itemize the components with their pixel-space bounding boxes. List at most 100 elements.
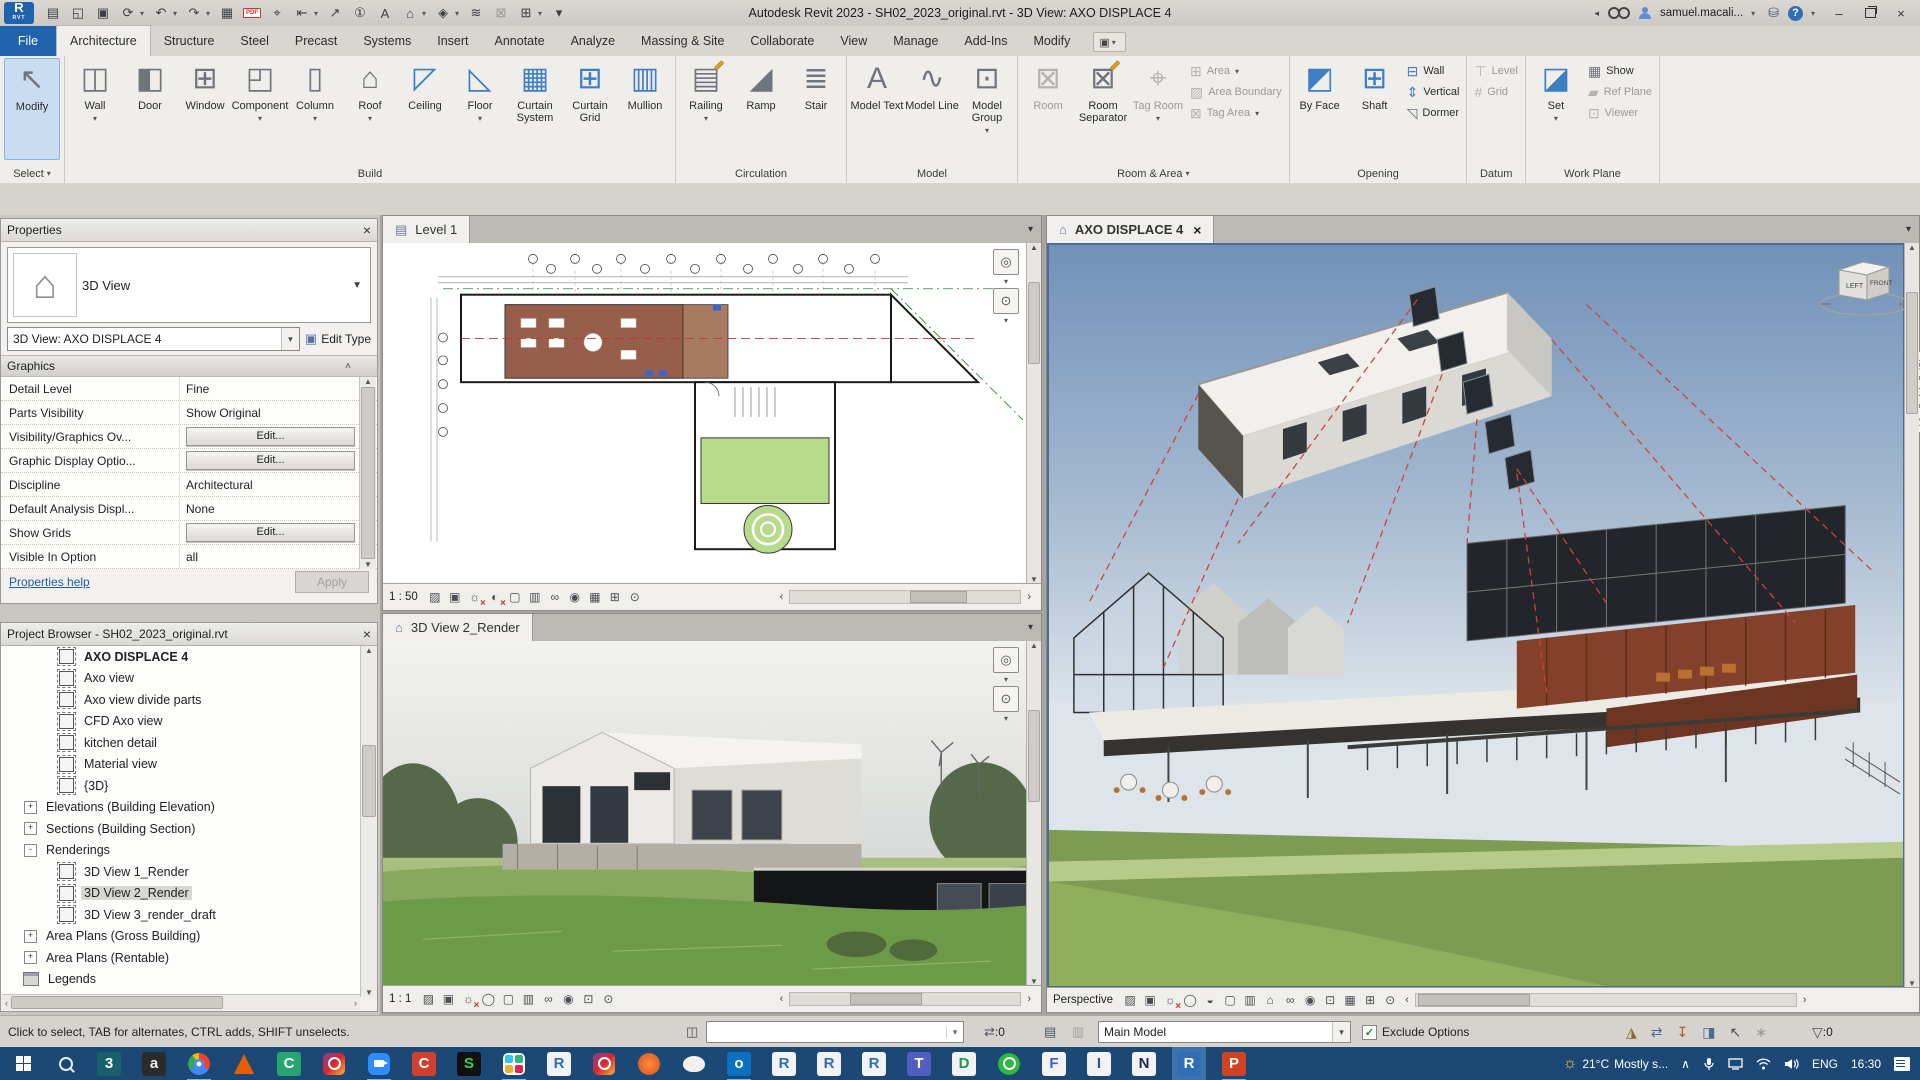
render-canvas[interactable]: [383, 641, 1027, 986]
properties-header[interactable]: Properties ×: [1, 219, 377, 242]
mullion-button[interactable]: ▥ Mullion: [618, 58, 672, 158]
edit-button[interactable]: Edit...: [186, 451, 355, 470]
tab-level-1[interactable]: ▤ Level 1: [383, 216, 471, 243]
property-value[interactable]: None: [186, 502, 215, 516]
axo-canvas[interactable]: [1047, 243, 1905, 988]
window-button[interactable]: ⊞ Window: [178, 58, 232, 158]
tag-area-chevron-icon[interactable]: ▾: [1255, 109, 1259, 118]
project-browser-hscrollbar[interactable]: ‹ ›: [2, 994, 360, 1010]
shadows-icon[interactable]: ◐: [486, 588, 506, 609]
edit-button[interactable]: Edit...: [186, 523, 355, 542]
app-i-blue[interactable]: I: [1086, 1051, 1112, 1077]
app-f-blue[interactable]: F: [1041, 1051, 1067, 1077]
app-outlook[interactable]: o: [726, 1051, 752, 1080]
scroll-right-icon[interactable]: ›: [1023, 591, 1035, 603]
ramp-button[interactable]: ◢ Ramp: [734, 58, 788, 158]
undo-icon[interactable]: ↶: [149, 2, 173, 24]
tree-item-elevations-building-elevation[interactable]: + Elevations (Building Elevation): [1, 797, 377, 819]
select-underlay-toggle-icon[interactable]: ⇄: [1651, 1024, 1663, 1041]
tree-item-axo-view[interactable]: Axo view: [1, 668, 377, 690]
sun-path-icon[interactable]: ☼: [466, 588, 485, 609]
component-chevron-icon[interactable]: ▾: [258, 113, 262, 125]
app-whatsapp[interactable]: [996, 1051, 1022, 1077]
reveal-hidden-elements-icon[interactable]: ◉: [559, 990, 577, 1008]
microphone-icon[interactable]: [1703, 1057, 1715, 1071]
reveal-hidden-elements-icon[interactable]: ◉: [566, 588, 584, 606]
worksharing-display-icon[interactable]: ▦: [1341, 991, 1359, 1009]
app-rhino[interactable]: [681, 1051, 707, 1077]
tab-annotate[interactable]: Annotate: [482, 26, 558, 56]
select-pinned-toggle-icon[interactable]: ↧: [1677, 1024, 1689, 1041]
editing-requests[interactable]: ⇄ :0: [984, 1016, 1005, 1048]
ribbon-panel-toggle[interactable]: ▣ ▾: [1093, 32, 1126, 52]
tree-expander-icon[interactable]: +: [24, 822, 37, 836]
steering-wheel-icon[interactable]: ◎: [993, 647, 1019, 673]
tree-item-renderings[interactable]: - Renderings: [1, 840, 377, 862]
tree-item-axo-view-divide-parts[interactable]: Axo view divide parts: [1, 689, 377, 711]
edit-button[interactable]: Edit...: [186, 427, 355, 446]
app-revit-white[interactable]: R: [546, 1051, 572, 1077]
save-icon[interactable]: ▣: [91, 2, 115, 24]
detail-level-icon[interactable]: ▨: [419, 990, 437, 1008]
visual-style-icon[interactable]: ▣: [1141, 991, 1159, 1009]
tree-item-3d-view-3-render-draft[interactable]: 3D View 3_render_draft: [1, 904, 377, 926]
railing-chevron-icon[interactable]: ▾: [704, 113, 708, 125]
shaft-button[interactable]: ⊞ Shaft: [1348, 58, 1402, 158]
reveal-constraints-icon[interactable]: ⊙: [626, 588, 644, 606]
tab-structure[interactable]: Structure: [151, 26, 228, 56]
stair-button[interactable]: ≣ Stair: [789, 58, 843, 158]
detail-line-icon[interactable]: ↗: [323, 2, 347, 24]
scroll-right-icon[interactable]: ›: [1799, 994, 1811, 1006]
reveal-constraints-icon[interactable]: ⊙: [599, 990, 617, 1008]
taskbar-search-icon[interactable]: [46, 1047, 86, 1080]
show-crop-region-icon[interactable]: ▥: [526, 588, 544, 606]
drag-on-selection-toggle-icon[interactable]: ↖: [1729, 1024, 1741, 1041]
tab-manage[interactable]: Manage: [880, 26, 951, 56]
open-file-icon[interactable]: ◱: [66, 2, 90, 24]
aligned-dimension-chevron-icon[interactable]: ▾: [314, 9, 322, 18]
door-button[interactable]: ◧ Door: [123, 58, 177, 158]
tree-item-3d[interactable]: {3D}: [1, 775, 377, 797]
measure-icon[interactable]: ⌖: [265, 2, 289, 24]
plan-hscrollbar[interactable]: [789, 590, 1022, 604]
column-chevron-icon[interactable]: ▾: [313, 113, 317, 125]
tab-add-ins[interactable]: Add-Ins: [951, 26, 1020, 56]
room-separator-button[interactable]: ⊠ Room Separator: [1076, 58, 1130, 158]
section-collapse-icon[interactable]: ˄: [345, 361, 351, 372]
save-orientation-icon[interactable]: ⌂: [1261, 991, 1279, 1009]
render-gallery-icon[interactable]: ◒: [1201, 991, 1219, 1009]
selection-filter[interactable]: ▽ :0: [1812, 1016, 1833, 1048]
curtain-system-button[interactable]: ▦ Curtain System: [508, 58, 562, 158]
scroll-left-icon[interactable]: ‹: [776, 993, 788, 1005]
show-crop-region-icon[interactable]: ▥: [1241, 991, 1259, 1009]
reveal-constraints-icon[interactable]: ⊙: [1381, 991, 1399, 1009]
show-button[interactable]: ▦ Show: [1588, 64, 1652, 78]
help-icon[interactable]: ?: [1788, 5, 1803, 21]
view-cube[interactable]: LEFT FRONT: [1817, 248, 1917, 318]
app-store-cart-icon[interactable]: ⛁: [1768, 5, 1779, 21]
floor-button[interactable]: ◺ Floor ▾: [453, 58, 507, 158]
design-options-icon[interactable]: ▤: [1044, 1016, 1056, 1048]
sun-path-icon[interactable]: ☼: [459, 990, 479, 1011]
plan-vscrollbar[interactable]: ▲ ▼: [1026, 243, 1041, 584]
print-icon[interactable]: ▦: [215, 2, 239, 24]
redo-chevron-icon[interactable]: ▾: [206, 9, 214, 18]
tree-expander-icon[interactable]: +: [24, 929, 37, 943]
exclude-options-checkbox[interactable]: ✓ Exclude Options: [1362, 1016, 1469, 1048]
model-group-button[interactable]: ⊡ Model Group ▾: [960, 58, 1014, 158]
app-3ds-max[interactable]: 3: [96, 1051, 122, 1077]
app-powerpoint[interactable]: P: [1221, 1051, 1247, 1080]
app-ccleaner[interactable]: C: [411, 1051, 437, 1077]
properties-close-icon[interactable]: ×: [363, 222, 371, 238]
default-3d-view-chevron-icon[interactable]: ▾: [422, 9, 430, 18]
select-panel-label[interactable]: Select ▾: [4, 164, 60, 183]
scroll-right-icon[interactable]: ›: [1023, 993, 1035, 1005]
app-chrome[interactable]: [186, 1051, 212, 1080]
plan-canvas[interactable]: [383, 243, 1027, 584]
property-value[interactable]: Show Original: [186, 406, 261, 420]
temporary-view-properties-icon[interactable]: ⊡: [1321, 991, 1339, 1009]
search-icon[interactable]: [1608, 7, 1630, 19]
tree-item-axo-displace-4[interactable]: AXO DISPLACE 4: [1, 646, 377, 668]
instance-selector[interactable]: 3D View: AXO DISPLACE 4 ▾: [7, 327, 300, 351]
property-value[interactable]: Fine: [186, 382, 209, 396]
